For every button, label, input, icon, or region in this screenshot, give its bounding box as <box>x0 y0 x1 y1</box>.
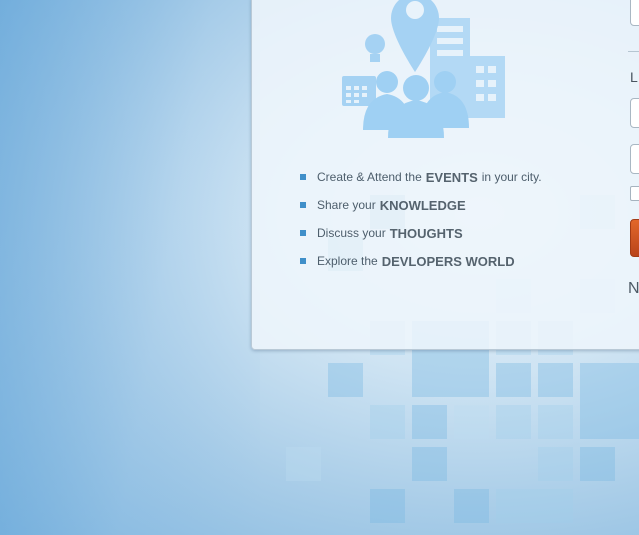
background-streak <box>0 0 260 535</box>
feature-item: Discuss your THOUGHTS <box>300 219 542 247</box>
signup-link[interactable]: N <box>628 280 639 298</box>
feature-item: Share your KNOWLEDGE <box>300 191 542 219</box>
login-heading: L <box>630 69 638 85</box>
login-button[interactable] <box>630 219 639 257</box>
bullet-icon <box>300 202 306 208</box>
feature-item: Explore the DEVLOPERS WORLD <box>300 247 542 275</box>
feature-item: Create & Attend the EVENTS in your city. <box>300 163 542 191</box>
hero-illustration <box>342 0 505 138</box>
remember-checkbox[interactable] <box>630 186 639 201</box>
password-field[interactable] <box>630 144 639 174</box>
top-input-field[interactable] <box>630 0 639 26</box>
bullet-icon <box>300 258 306 264</box>
lightbulb-icon <box>365 34 385 62</box>
bullet-icon <box>300 230 306 236</box>
feature-list: Create & Attend the EVENTS in your city.… <box>300 163 542 275</box>
divider <box>628 51 639 52</box>
bullet-icon <box>300 174 306 180</box>
people-icon <box>363 71 469 138</box>
username-field[interactable] <box>630 98 639 128</box>
